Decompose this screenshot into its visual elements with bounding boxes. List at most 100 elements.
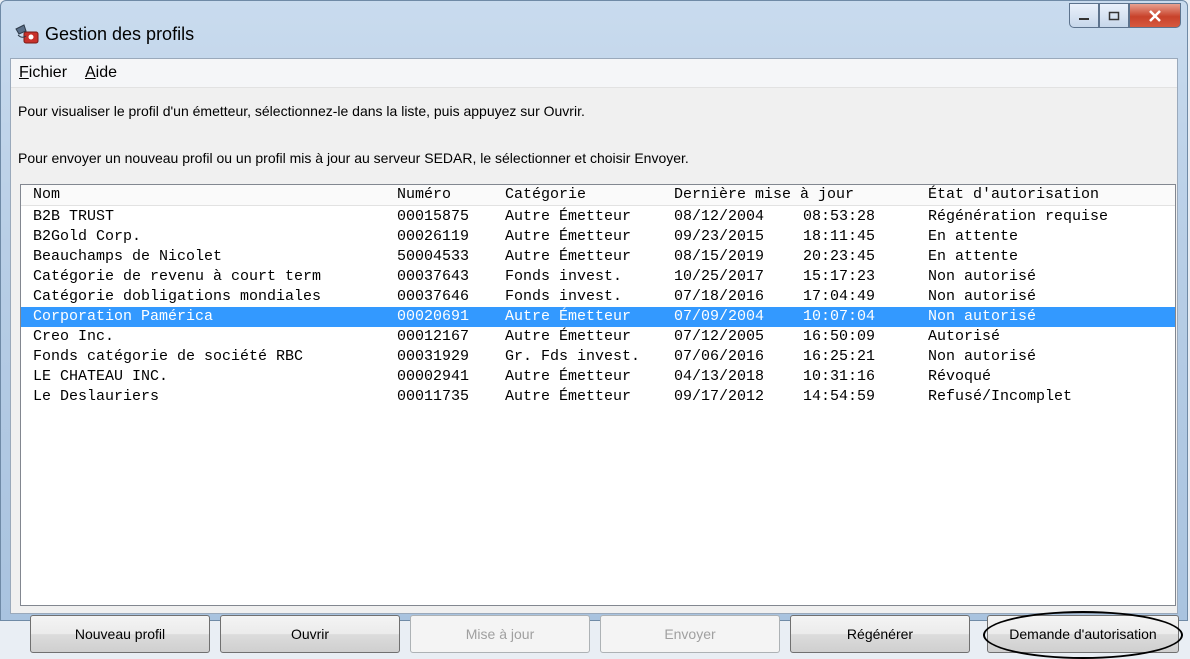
close-button[interactable] bbox=[1129, 3, 1181, 28]
new-profile-button[interactable]: Nouveau profil bbox=[30, 615, 210, 653]
cell-date: 04/13/2018 bbox=[674, 368, 765, 385]
table-row[interactable]: Le Deslauriers 00011735 Autre Émetteur 09/1… bbox=[21, 387, 1175, 407]
maximize-icon bbox=[1108, 11, 1120, 20]
open-button[interactable]: Ouvrir bbox=[220, 615, 400, 653]
cell-date: 07/18/2016 bbox=[674, 288, 765, 305]
cell-etat: Régénération requise bbox=[928, 208, 1109, 225]
menu-fichier-accelerator: F bbox=[19, 64, 29, 81]
minimize-button[interactable] bbox=[1069, 3, 1099, 28]
cell-etat: En attente bbox=[928, 228, 1019, 245]
cell-etat: Refusé/Incomplet bbox=[928, 388, 1073, 405]
table-row[interactable]: Catégorie dobligations mondiales 00037646… bbox=[21, 287, 1175, 307]
cell-numero: 00012167 bbox=[397, 328, 470, 345]
cell-numero: 00031929 bbox=[397, 348, 470, 365]
cell-nom: B2Gold Corp. bbox=[33, 228, 142, 245]
cell-nom: Creo Inc. bbox=[33, 328, 115, 345]
cell-date: 07/09/2004 bbox=[674, 308, 765, 325]
cell-nom: B2B TRUST bbox=[33, 208, 115, 225]
update-button: Mise à jour bbox=[410, 615, 590, 653]
menu-aide[interactable]: Aide bbox=[85, 64, 117, 82]
table-row[interactable]: Catégorie de revenu à court term 00037643… bbox=[21, 267, 1175, 287]
cell-heure: 16:25:21 bbox=[803, 348, 876, 365]
cell-categorie: Autre Émetteur bbox=[505, 208, 632, 225]
table-row[interactable]: Corporation Pamérica 00020691 Autre Émette… bbox=[21, 307, 1175, 327]
cell-heure: 20:23:45 bbox=[803, 248, 876, 265]
maximize-button[interactable] bbox=[1099, 3, 1129, 28]
cell-date: 08/12/2004 bbox=[674, 208, 765, 225]
column-header-etat[interactable]: État d'autorisation bbox=[928, 186, 1099, 204]
table-row[interactable]: LE CHATEAU INC. 00002941 Autre Émetteur 04/… bbox=[21, 367, 1175, 387]
cell-nom: Fonds catégorie de société RBC bbox=[33, 348, 304, 365]
list-header: Nom Numéro Catégorie Dernière mise à jou… bbox=[21, 185, 1175, 206]
table-row[interactable]: B2B TRUST 00015875 Autre Émetteur 08/12/200… bbox=[21, 207, 1175, 227]
cell-heure: 08:53:28 bbox=[803, 208, 876, 225]
table-row[interactable]: Fonds catégorie de société RBC 00031929 Gr… bbox=[21, 347, 1175, 367]
instruction-open: Pour visualiser le profil d'un émetteur,… bbox=[18, 103, 585, 119]
menu-fichier[interactable]: Fichier bbox=[19, 64, 67, 82]
cell-numero: 00037646 bbox=[397, 288, 470, 305]
cell-nom: Le Deslauriers bbox=[33, 388, 160, 405]
cell-heure: 17:04:49 bbox=[803, 288, 876, 305]
cell-date: 08/15/2019 bbox=[674, 248, 765, 265]
cell-date: 09/23/2015 bbox=[674, 228, 765, 245]
cell-categorie: Autre Émetteur bbox=[505, 308, 632, 325]
cell-categorie: Fonds invest. bbox=[505, 288, 623, 305]
cell-numero: 00011735 bbox=[397, 388, 470, 405]
cell-categorie: Autre Émetteur bbox=[505, 388, 632, 405]
cell-heure: 10:31:16 bbox=[803, 368, 876, 385]
cell-numero: 00020691 bbox=[397, 308, 470, 325]
table-row[interactable]: Creo Inc. 00012167 Autre Émetteur 07/12/200… bbox=[21, 327, 1175, 347]
button-bar: Nouveau profil Ouvrir Mise à jour Envoye… bbox=[20, 609, 1183, 659]
cell-categorie: Autre Émetteur bbox=[505, 228, 632, 245]
cell-categorie: Autre Émetteur bbox=[505, 248, 632, 265]
caption-buttons bbox=[1069, 3, 1181, 29]
minimize-icon bbox=[1079, 17, 1089, 20]
profile-manager-window: Gestion des profils Fichier Aide Pour vi… bbox=[0, 0, 1188, 659]
authorization-request-button[interactable]: Demande d'autorisation bbox=[987, 615, 1179, 653]
cell-categorie: Autre Émetteur bbox=[505, 368, 632, 385]
cell-numero: 00037643 bbox=[397, 268, 470, 285]
menu-aide-accelerator: A bbox=[85, 64, 96, 81]
client-area: Fichier Aide Pour visualiser le profil d… bbox=[10, 58, 1183, 659]
menu-fichier-label: ichier bbox=[28, 64, 68, 81]
cell-nom: Corporation Pamérica bbox=[33, 308, 214, 325]
cell-numero: 50004533 bbox=[397, 248, 470, 265]
close-icon bbox=[1149, 9, 1161, 22]
column-header-nom[interactable]: Nom bbox=[33, 186, 60, 204]
cell-nom: Catégorie dobligations mondiales bbox=[33, 288, 322, 305]
menu-aide-label: ide bbox=[95, 64, 118, 81]
table-row[interactable]: B2Gold Corp. 00026119 Autre Émetteur 09/23/… bbox=[21, 227, 1175, 247]
send-button: Envoyer bbox=[600, 615, 780, 653]
title-bar[interactable]: Gestion des profils bbox=[1, 1, 1187, 57]
cell-date: 07/12/2005 bbox=[674, 328, 765, 345]
cell-categorie: Gr. Fds invest. bbox=[505, 348, 641, 365]
cell-date: 10/25/2017 bbox=[674, 268, 765, 285]
cell-date: 09/17/2012 bbox=[674, 388, 765, 405]
cell-etat: Non autorisé bbox=[928, 308, 1037, 325]
cell-heure: 18:11:45 bbox=[803, 228, 876, 245]
cell-nom: LE CHATEAU INC. bbox=[33, 368, 169, 385]
cell-etat: Non autorisé bbox=[928, 288, 1037, 305]
cell-nom: Beauchamps de Nicolet bbox=[33, 248, 223, 265]
menu-bar: Fichier Aide bbox=[11, 59, 1177, 88]
cell-heure: 15:17:23 bbox=[803, 268, 876, 285]
instruction-send: Pour envoyer un nouveau profil ou un pro… bbox=[18, 150, 689, 166]
window-title: Gestion des profils bbox=[45, 24, 195, 44]
cell-etat: Non autorisé bbox=[928, 268, 1037, 285]
column-header-numero[interactable]: Numéro bbox=[397, 186, 451, 204]
cell-heure: 16:50:09 bbox=[803, 328, 876, 345]
profiles-app-icon bbox=[15, 24, 39, 44]
column-header-categorie[interactable]: Catégorie bbox=[505, 186, 586, 204]
cell-numero: 00015875 bbox=[397, 208, 470, 225]
regenerate-button[interactable]: Régénérer bbox=[790, 615, 970, 653]
cell-heure: 10:07:04 bbox=[803, 308, 876, 325]
cell-etat: En attente bbox=[928, 248, 1019, 265]
cell-date: 07/06/2016 bbox=[674, 348, 765, 365]
cell-numero: 00026119 bbox=[397, 228, 470, 245]
profiles-list[interactable]: Nom Numéro Catégorie Dernière mise à jou… bbox=[20, 184, 1176, 606]
cell-numero: 00002941 bbox=[397, 368, 470, 385]
table-row[interactable]: Beauchamps de Nicolet 50004533 Autre Émett… bbox=[21, 247, 1175, 267]
column-header-derniere-mise-a-jour[interactable]: Dernière mise à jour bbox=[674, 186, 854, 204]
cell-categorie: Fonds invest. bbox=[505, 268, 623, 285]
cell-etat: Autorisé bbox=[928, 328, 1001, 345]
